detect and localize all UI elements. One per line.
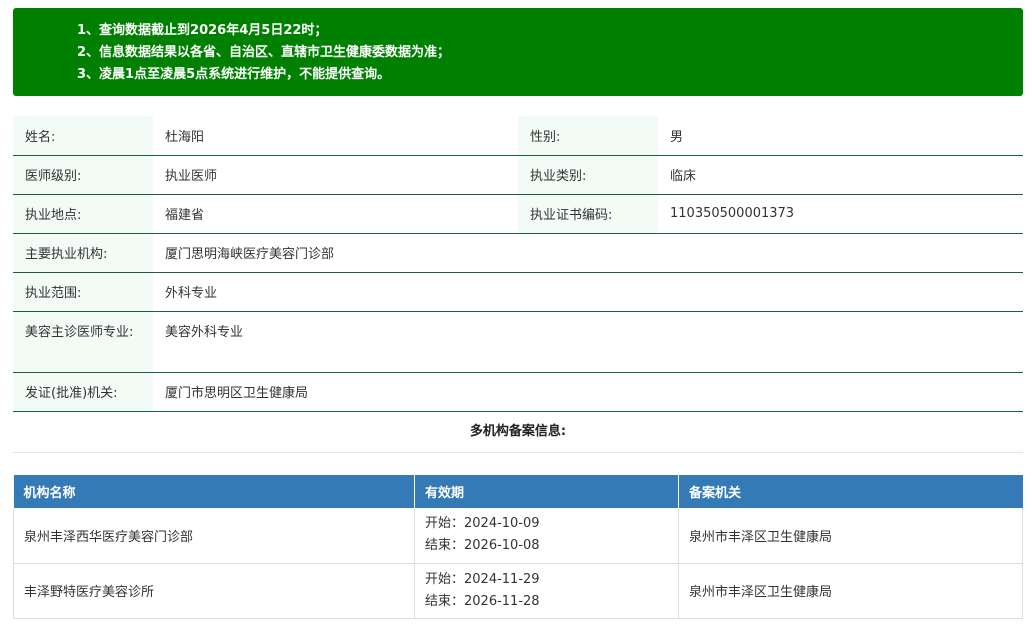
info-row-cosmetic: 美容主诊医师专业: 美容外科专业	[13, 311, 1023, 373]
record-end: 结束：2026-10-08	[425, 538, 540, 554]
location-label: 执业地点:	[13, 194, 153, 234]
notice-line-1: 1、查询数据截止到2026年4月5日22时；	[77, 23, 328, 38]
info-row-name: 姓名: 杜海阳 性别: 男	[13, 116, 1023, 156]
table-row: 丰泽野特医疗美容诊所 开始：2024-11-29 结束：2026-11-28 泉…	[13, 563, 1023, 619]
category-label: 执业类别:	[518, 155, 658, 195]
header-authority: 备案机关	[678, 475, 1023, 508]
info-row-scope: 执业范围: 外科专业	[13, 272, 1023, 312]
issuer-label: 发证(批准)机关:	[13, 372, 153, 412]
scope-value: 外科专业	[153, 272, 1023, 312]
cert-label: 执业证书编码:	[518, 194, 658, 234]
info-row-level: 医师级别: 执业医师 执业类别: 临床	[13, 155, 1023, 195]
scope-label: 执业范围:	[13, 272, 153, 312]
doctor-info-table: 姓名: 杜海阳 性别: 男 医师级别: 执业医师 执业类别: 临床 执业地点: …	[13, 116, 1023, 412]
records-header: 机构名称 有效期 备案机关	[13, 475, 1023, 508]
record-org: 泉州丰泽西华医疗美容门诊部	[13, 508, 415, 564]
org-value: 厦门思明海峡医疗美容门诊部	[153, 233, 1023, 273]
location-value: 福建省	[153, 194, 518, 234]
name-label: 姓名:	[13, 116, 153, 156]
multi-org-title: 多机构备案信息:	[13, 411, 1023, 453]
info-row-issuer: 发证(批准)机关: 厦门市思明区卫生健康局	[13, 372, 1023, 412]
gender-value: 男	[658, 116, 1023, 156]
level-label: 医师级别:	[13, 155, 153, 195]
cosmetic-value: 美容外科专业	[153, 311, 1023, 373]
notice-banner: 1、查询数据截止到2026年4月5日22时； 2、信息数据结果以各省、自治区、直…	[13, 8, 1023, 96]
record-start: 开始：2024-10-09	[425, 516, 540, 532]
record-end: 结束：2026-11-28	[425, 593, 540, 609]
record-validity: 开始：2024-10-09 结束：2026-10-08	[414, 508, 679, 564]
records-table: 机构名称 有效期 备案机关 泉州丰泽西华医疗美容门诊部 开始：2024-10-0…	[13, 475, 1023, 619]
name-value: 杜海阳	[153, 116, 518, 156]
notice-line-3: 3、凌晨1点至凌晨5点系统进行维护，不能提供查询。	[77, 67, 391, 82]
record-authority: 泉州市丰泽区卫生健康局	[678, 508, 1023, 564]
category-value: 临床	[658, 155, 1023, 195]
issuer-value: 厦门市思明区卫生健康局	[153, 372, 1023, 412]
cert-value: 110350500001373	[658, 194, 1023, 234]
record-validity: 开始：2024-11-29 结束：2026-11-28	[414, 563, 679, 619]
org-label: 主要执业机构:	[13, 233, 153, 273]
record-start: 开始：2024-11-29	[425, 571, 540, 587]
gender-label: 性别:	[518, 116, 658, 156]
notice-line-2: 2、信息数据结果以各省、自治区、直辖市卫生健康委数据为准；	[77, 45, 451, 60]
record-org: 丰泽野特医疗美容诊所	[13, 563, 415, 619]
header-org: 机构名称	[13, 475, 415, 508]
table-row: 泉州丰泽西华医疗美容门诊部 开始：2024-10-09 结束：2026-10-0…	[13, 508, 1023, 564]
header-validity: 有效期	[414, 475, 679, 508]
info-row-org: 主要执业机构: 厦门思明海峡医疗美容门诊部	[13, 233, 1023, 273]
level-value: 执业医师	[153, 155, 518, 195]
info-row-location: 执业地点: 福建省 执业证书编码: 110350500001373	[13, 194, 1023, 234]
record-authority: 泉州市丰泽区卫生健康局	[678, 563, 1023, 619]
cosmetic-label: 美容主诊医师专业:	[13, 311, 153, 373]
page: 1、查询数据截止到2026年4月5日22时； 2、信息数据结果以各省、自治区、直…	[0, 0, 1032, 637]
